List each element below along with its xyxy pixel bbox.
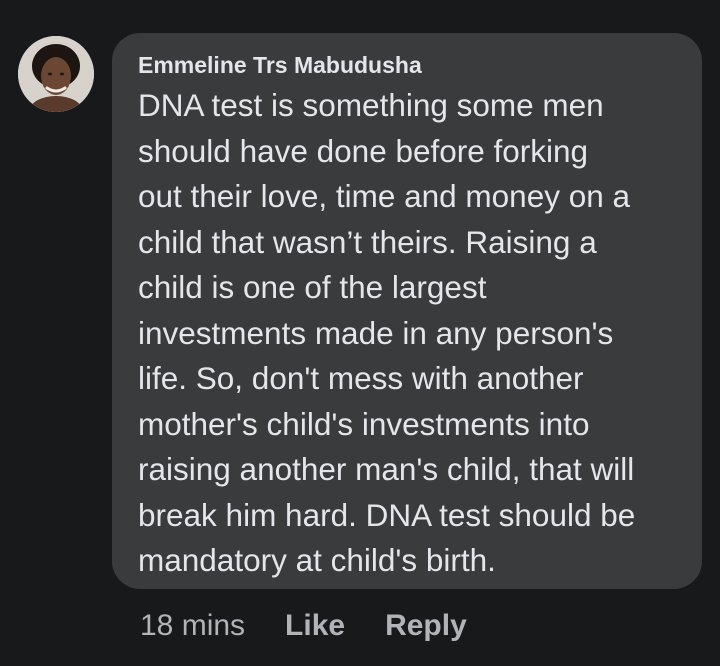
avatar[interactable] [18,36,94,112]
comment-actions: 18 mins Like Reply [140,606,467,646]
comment-text: DNA test is something some men should ha… [138,87,636,578]
comment-bubble: Emmeline Trs Mabudusha DNA test is somet… [112,33,702,589]
reply-button[interactable]: Reply [385,606,467,646]
comment-timestamp[interactable]: 18 mins [140,606,245,646]
user-portrait-icon [18,36,94,112]
comment-author-name[interactable]: Emmeline Trs Mabudusha [138,51,678,79]
like-button[interactable]: Like [285,606,345,646]
